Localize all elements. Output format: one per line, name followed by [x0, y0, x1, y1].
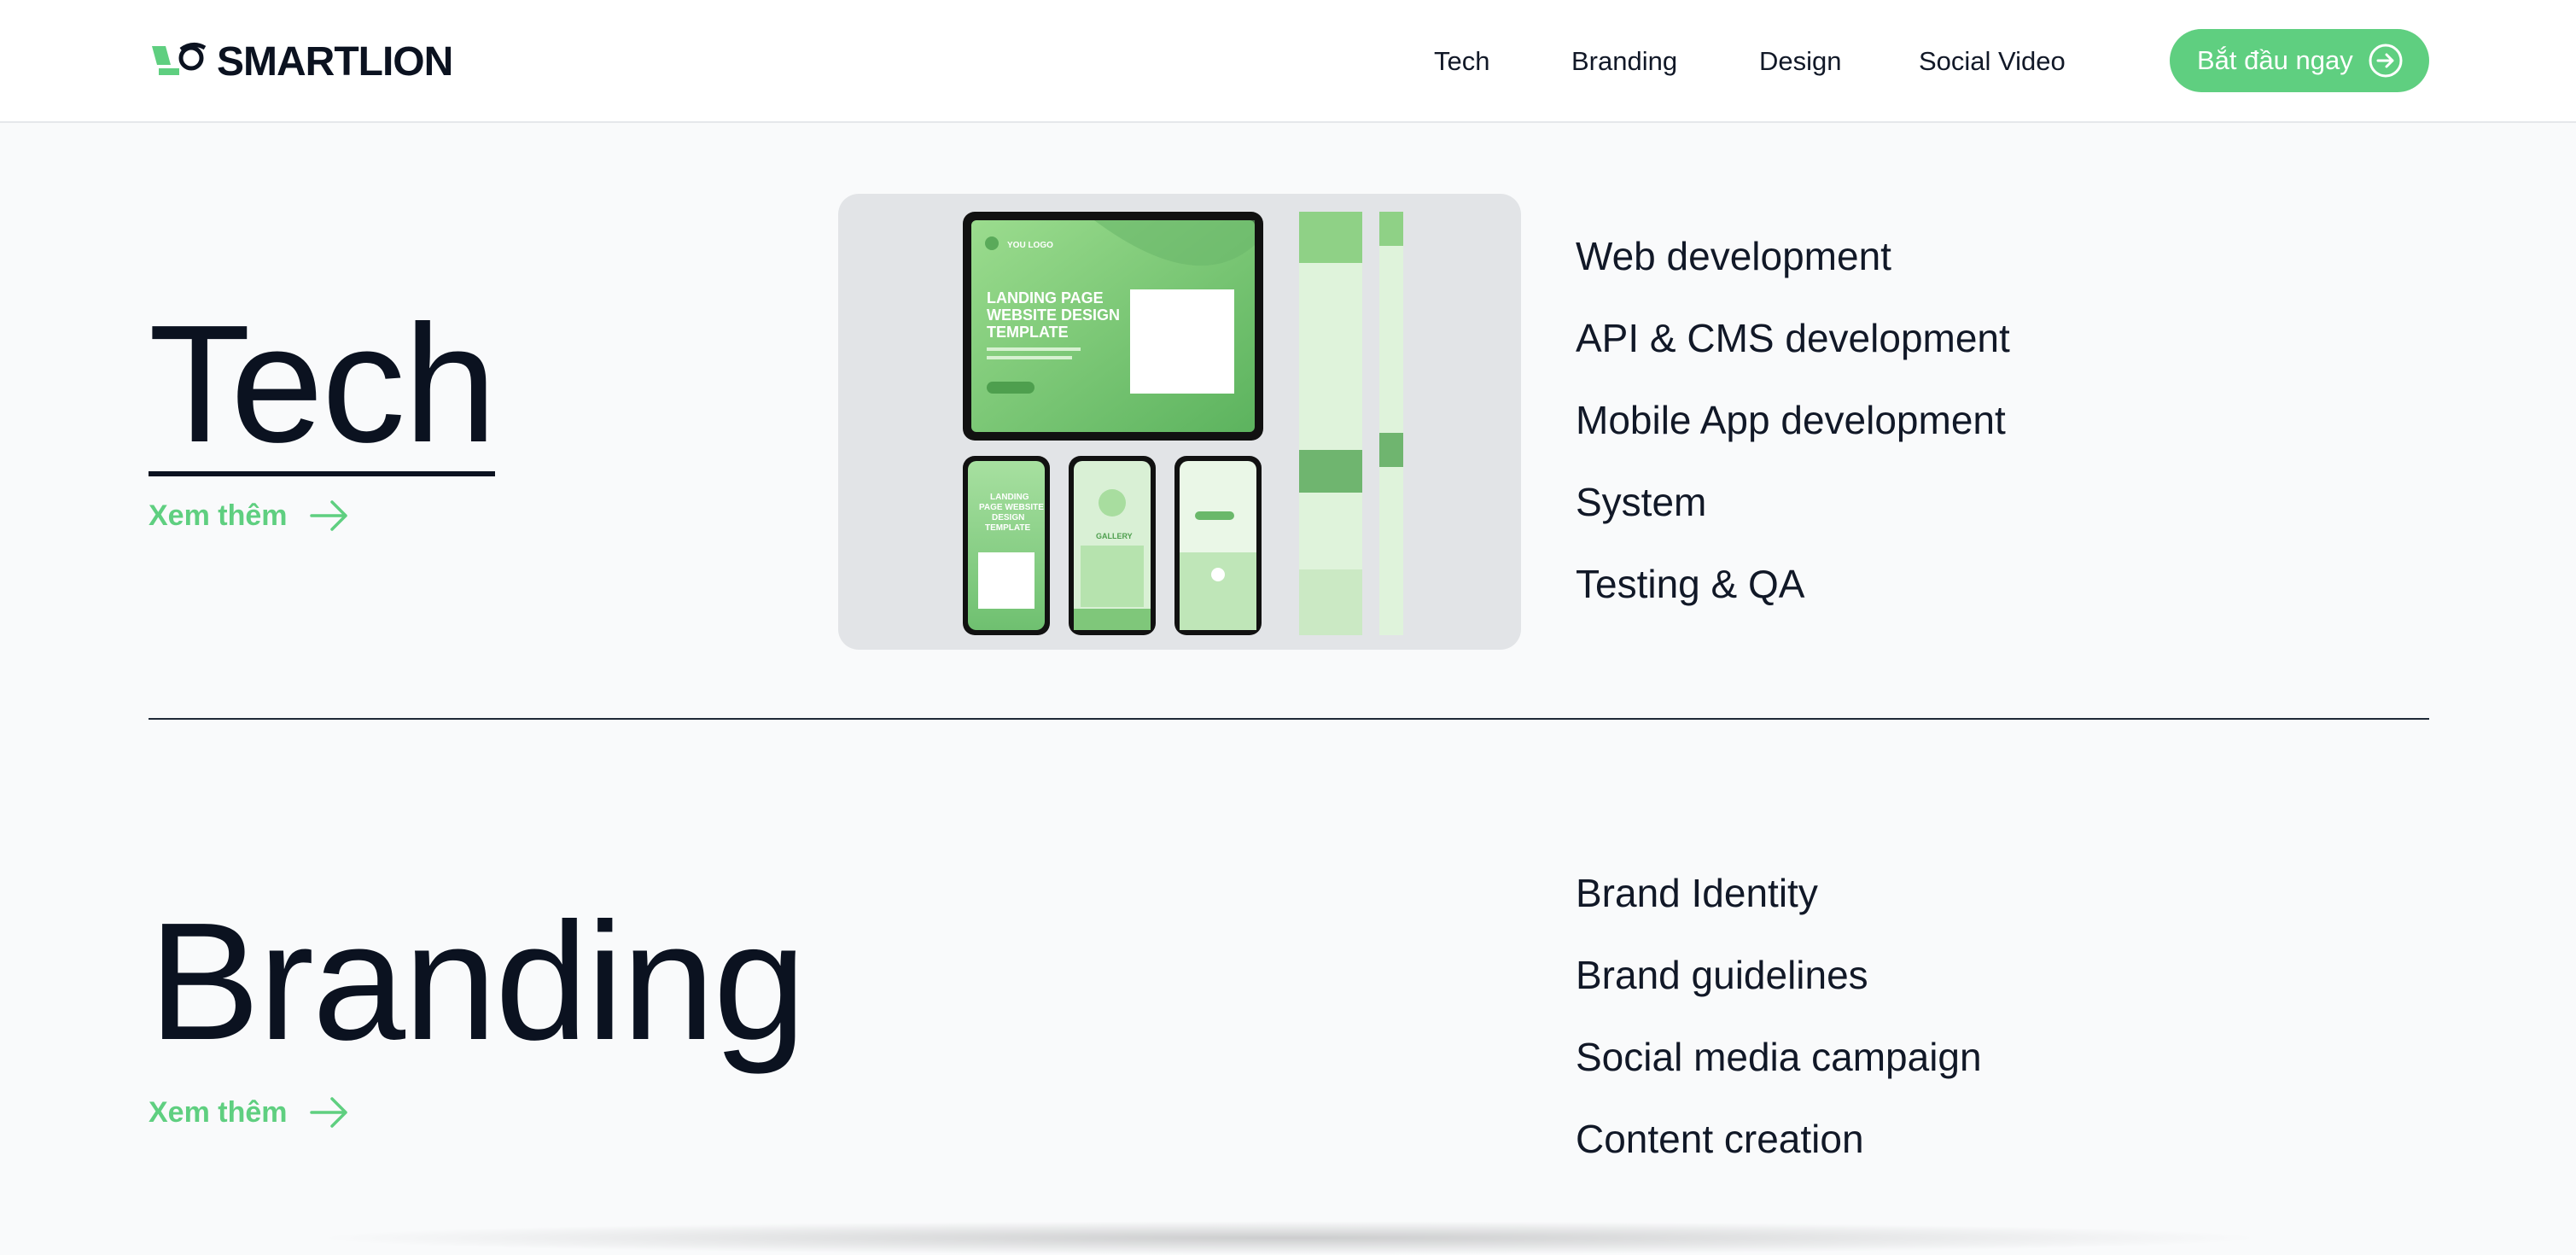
service-brand-guidelines[interactable]: Brand guidelines	[1576, 934, 1982, 1016]
svg-text:GALLERY: GALLERY	[1096, 532, 1133, 540]
arrow-right-icon	[309, 1097, 347, 1128]
section-divider	[149, 718, 2429, 720]
service-brand-identity[interactable]: Brand Identity	[1576, 852, 1982, 934]
service-content-creation[interactable]: Content creation	[1576, 1098, 1982, 1180]
section-title-branding[interactable]: Branding	[149, 898, 807, 1065]
website-mockup-illustration: YOU LOGO LANDING PAGE WEBSITE DESIGN TEM…	[963, 212, 1403, 635]
nav-design[interactable]: Design	[1759, 41, 1842, 82]
branding-more-label: Xem thêm	[149, 1095, 288, 1129]
svg-text:PAGE WEBSITE: PAGE WEBSITE	[979, 503, 1044, 512]
branding-more-link[interactable]: Xem thêm	[149, 1095, 349, 1130]
lion-logo-icon	[152, 43, 207, 75]
svg-text:DESIGN: DESIGN	[992, 513, 1024, 522]
tablet-headline-1: LANDING PAGE	[987, 289, 1104, 306]
tablet-headline-3: TEMPLATE	[987, 324, 1069, 341]
svg-text:TEMPLATE: TEMPLATE	[985, 523, 1030, 533]
service-testing-qa[interactable]: Testing & QA	[1576, 543, 2010, 625]
brand-logo[interactable]: SMARTLION	[149, 36, 453, 87]
section-title-tech[interactable]: Tech	[149, 301, 497, 476]
site-header: SMARTLION Tech Branding Design Social Vi…	[0, 0, 2576, 123]
tech-more-label: Xem thêm	[149, 499, 288, 532]
service-api-cms[interactable]: API & CMS development	[1576, 297, 2010, 379]
arrow-circle-icon	[2369, 44, 2403, 78]
arrow-right-icon	[309, 500, 347, 531]
start-now-button[interactable]: Bắt đầu ngay	[2170, 29, 2429, 92]
service-social-media-campaign[interactable]: Social media campaign	[1576, 1016, 1982, 1098]
nav-tech[interactable]: Tech	[1434, 41, 1489, 82]
tech-more-link[interactable]: Xem thêm	[149, 499, 349, 533]
tablet-headline-2: WEBSITE DESIGN	[987, 306, 1120, 324]
nav-social-video[interactable]: Social Video	[1919, 41, 2066, 82]
service-mobile-app[interactable]: Mobile App development	[1576, 379, 2010, 461]
brand-name: SMARTLION	[217, 38, 453, 85]
branding-services-list: Brand Identity Brand guidelines Social m…	[1576, 852, 1982, 1180]
nav-branding[interactable]: Branding	[1571, 41, 1677, 82]
service-web-development[interactable]: Web development	[1576, 215, 2010, 297]
start-now-label: Bắt đầu ngay	[2197, 45, 2353, 75]
svg-text:LANDING: LANDING	[990, 493, 1029, 502]
card-shadow	[307, 1221, 2270, 1255]
service-system[interactable]: System	[1576, 461, 2010, 543]
tablet-logo-text: YOU LOGO	[1007, 241, 1053, 250]
tech-mockup-image: YOU LOGO LANDING PAGE WEBSITE DESIGN TEM…	[838, 194, 1521, 650]
tech-services-list: Web development API & CMS development Mo…	[1576, 215, 2010, 625]
